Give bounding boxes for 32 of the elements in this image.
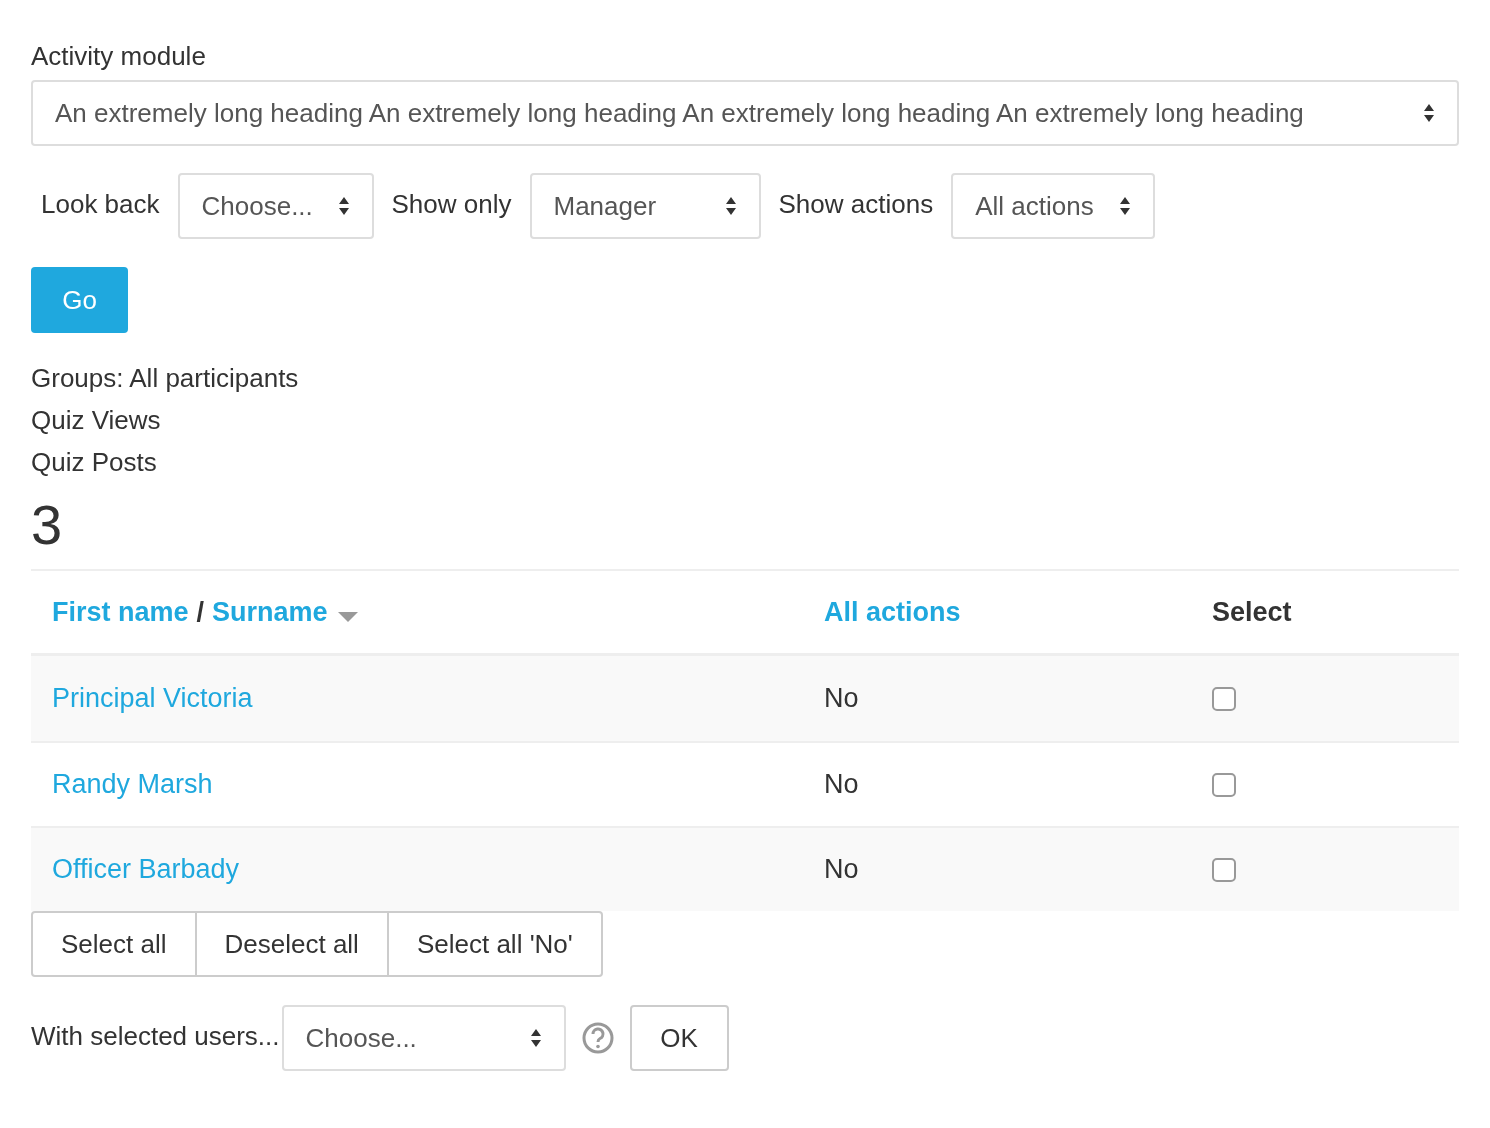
field-label: With selected users... — [31, 1019, 280, 1053]
column-header: Select — [1212, 596, 1292, 627]
filter-label: Show actions — [777, 187, 935, 221]
sort-arrows-icon — [1119, 196, 1132, 216]
bulk-select-button[interactable]: Select all — [31, 911, 197, 977]
info-text: Groups: All participants — [31, 362, 300, 395]
select-checkbox[interactable] — [1212, 857, 1236, 882]
bulk-select-button[interactable]: Deselect all — [194, 911, 389, 977]
sort-arrows-icon — [724, 196, 737, 216]
table-cell: No — [824, 683, 859, 714]
filter-select[interactable]: Manager — [529, 173, 761, 239]
filter-select[interactable]: All actions — [951, 173, 1156, 239]
count-heading: 3 — [31, 493, 63, 557]
bulk-select-button[interactable]: Select all 'No' — [386, 911, 603, 977]
field-label: Activity module — [31, 40, 207, 73]
bulk-action-select[interactable]: Choose... — [281, 1005, 566, 1071]
info-text: Quiz Views — [31, 404, 162, 437]
info-text: Quiz Posts — [31, 446, 158, 479]
sort-arrows-icon — [529, 1028, 542, 1048]
filter-select[interactable]: Choose... — [177, 173, 374, 239]
select-checkbox[interactable] — [1212, 772, 1236, 797]
sort-arrows-icon — [337, 196, 350, 216]
help-icon[interactable] — [581, 1022, 614, 1054]
filter-label: Look back — [40, 187, 161, 221]
filter-label: Show only — [390, 187, 513, 221]
separator-text: / — [195, 595, 206, 629]
activity-module-select[interactable]: An extremely long heading An extremely long heading An extremely long heading An extremely long heading — [31, 80, 1459, 146]
table-cell: No — [824, 769, 859, 800]
sort-arrows-icon — [1423, 103, 1435, 123]
ok-button[interactable]: OK — [629, 1005, 729, 1071]
table-cell: No — [824, 854, 859, 885]
select-checkbox[interactable] — [1212, 686, 1236, 711]
